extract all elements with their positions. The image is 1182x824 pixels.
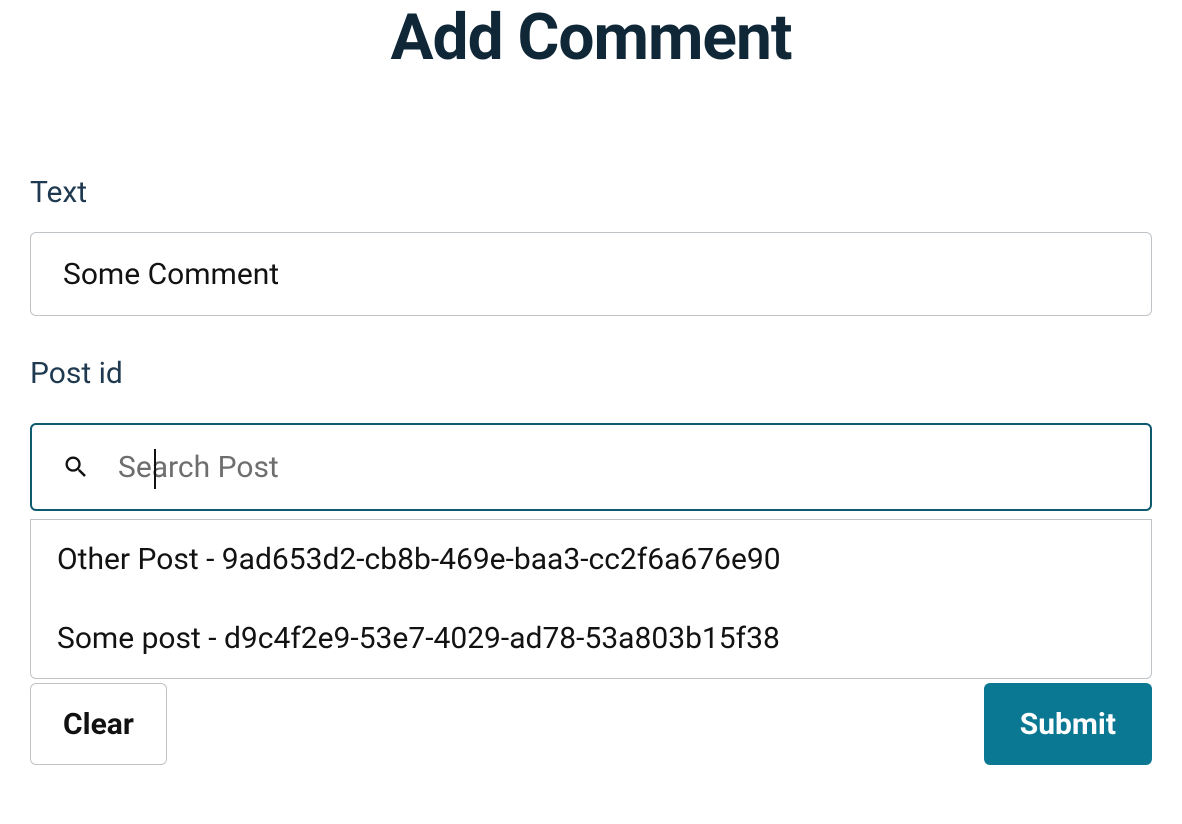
dropdown-item[interactable]: Some post - d9c4f2e9-53e7-4029-ad78-53a8… xyxy=(31,599,1151,678)
search-post-wrapper: Other Post - 9ad653d2-cb8b-469e-baa3-cc2… xyxy=(30,423,1152,679)
button-row: Clear Submit xyxy=(30,683,1152,765)
text-input[interactable] xyxy=(30,232,1152,316)
submit-button[interactable]: Submit xyxy=(984,683,1152,765)
clear-button[interactable]: Clear xyxy=(30,683,167,765)
text-cursor xyxy=(154,449,156,489)
post-id-label: Post id xyxy=(30,356,1152,391)
search-post-input[interactable] xyxy=(118,450,1120,485)
dropdown-item[interactable]: Other Post - 9ad653d2-cb8b-469e-baa3-cc2… xyxy=(31,520,1151,599)
page-title: Add Comment xyxy=(30,0,1152,75)
text-label: Text xyxy=(30,175,1152,210)
text-field-group: Text xyxy=(30,175,1152,316)
post-id-field-group: Post id Other Post - 9ad653d2-cb8b-469e-… xyxy=(30,356,1152,679)
search-icon xyxy=(62,453,90,481)
search-input-container[interactable] xyxy=(30,423,1152,511)
post-dropdown: Other Post - 9ad653d2-cb8b-469e-baa3-cc2… xyxy=(30,519,1152,679)
